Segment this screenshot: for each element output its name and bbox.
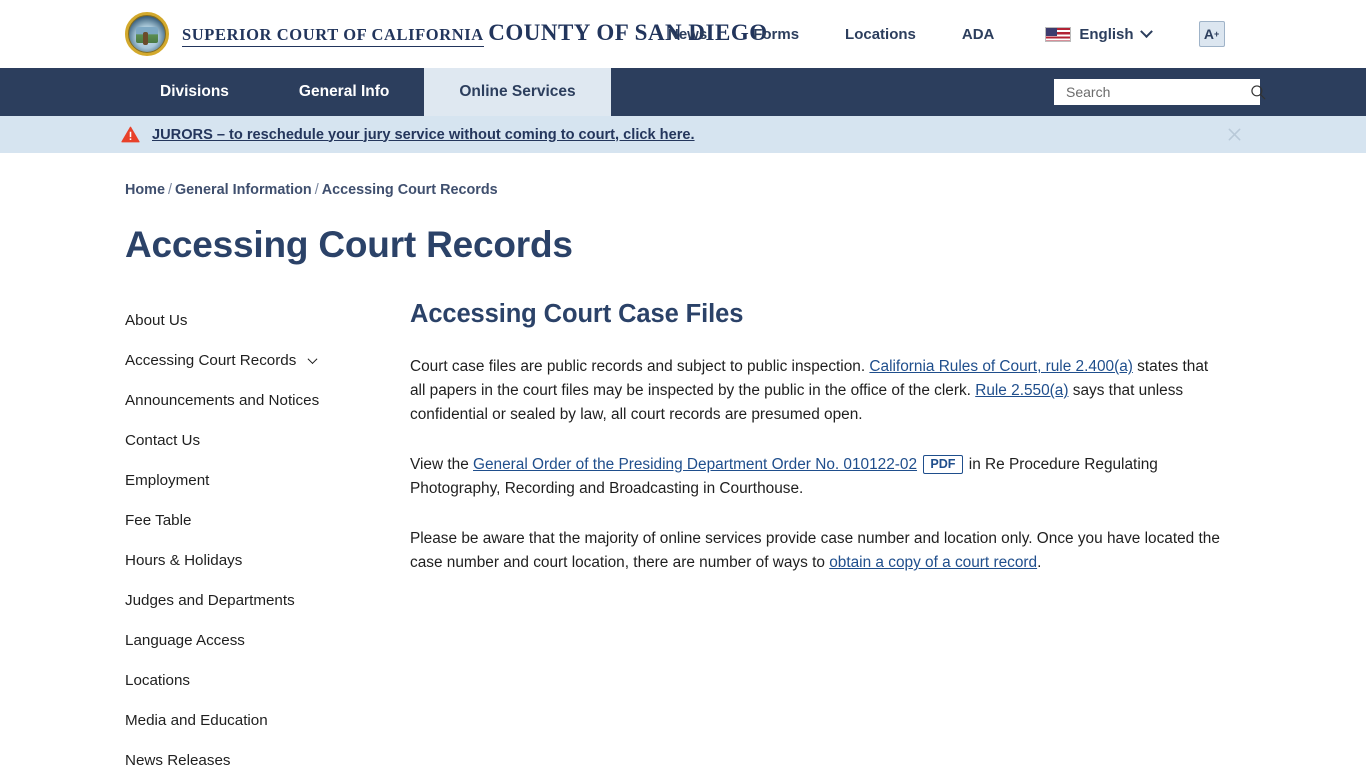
breadcrumb: Home / General Information / Accessing Court… (125, 182, 1366, 198)
alert-content: JURORS – to reschedule your jury service… (121, 126, 695, 143)
sidebar-item-label: Locations (125, 671, 191, 689)
sidebar-item-about-us[interactable]: About Us (125, 300, 410, 340)
page-title: Accessing Court Records (125, 224, 573, 265)
paragraph-general-order: View the General Order of the Presiding … (410, 453, 1225, 501)
chevron-down-icon (1139, 24, 1153, 38)
sidebar-item-label: Language Access (125, 631, 245, 649)
sidebar-item-label: Contact Us (125, 431, 201, 449)
content-heading: Accessing Court Case Files (410, 300, 744, 328)
site-header: SUPERIOR COURT OF CALIFORNIA COUNTY OF S… (0, 0, 1366, 68)
chevron-down-icon[interactable] (307, 353, 318, 364)
sidebar-item-announcements-and-notices[interactable]: Announcements and Notices (125, 380, 410, 420)
sidebar-item-label: Announcements and Notices (125, 391, 320, 409)
sidebar-item-judges-and-departments[interactable]: Judges and Departments (125, 580, 410, 620)
main-navigation-bar: Divisions General Info Online Services (0, 68, 1366, 116)
breadcrumb-general-information[interactable]: General Information (175, 182, 312, 198)
link-california-rules-2400a[interactable]: California Rules of Court, rule 2.400(a) (869, 358, 1132, 375)
sidebar-item-contact-us[interactable]: Contact Us (125, 420, 410, 460)
alert-link[interactable]: JURORS – to reschedule your jury service… (152, 127, 695, 143)
sidebar-item-label: News Releases (125, 751, 231, 768)
paragraph-online-services-notice: Please be aware that the majority of onl… (410, 527, 1225, 575)
nav-item-divisions[interactable]: Divisions (125, 68, 264, 116)
sidebar-item-fee-table[interactable]: Fee Table (125, 500, 410, 540)
sidebar-item-label: About Us (125, 311, 188, 329)
sidebar-item-label: Media and Education (125, 711, 268, 729)
p1-text-part1: Court case files are public records and … (410, 358, 870, 375)
util-link-forms[interactable]: Forms (730, 26, 822, 43)
sidebar-item-label: Employment (125, 471, 210, 489)
util-link-news[interactable]: News (645, 26, 730, 43)
search-input[interactable] (1064, 83, 1249, 101)
text-size-letter: A (1203, 26, 1214, 42)
sidebar-item-label: Judges and Departments (125, 591, 295, 609)
page-columns: About Us Accessing Court Records Announc… (0, 300, 1366, 768)
close-icon (1228, 128, 1240, 141)
pdf-badge[interactable]: PDF (923, 455, 963, 475)
sidebar-item-label: Fee Table (125, 511, 192, 529)
text-size-increase-button[interactable]: A + (1198, 21, 1225, 47)
link-obtain-copy-of-court-record[interactable]: obtain a copy of a court record (829, 554, 1037, 571)
util-link-ada[interactable]: ADA (939, 26, 1018, 43)
language-label: English (1079, 25, 1134, 43)
text-size-plus: + (1213, 28, 1220, 39)
breadcrumb-home[interactable]: Home (125, 182, 165, 198)
nav-item-online-services[interactable]: Online Services (424, 68, 611, 116)
sidebar-item-news-releases[interactable]: News Releases (125, 740, 410, 768)
link-rule-2550a[interactable]: Rule 2.550(a) (975, 382, 1068, 399)
link-general-order-010122-02[interactable]: General Order of the Presiding Departmen… (473, 456, 917, 473)
sidebar-item-hours-and-holidays[interactable]: Hours & Holidays (125, 540, 410, 580)
sidebar-item-accessing-court-records[interactable]: Accessing Court Records (125, 340, 410, 380)
nav-item-general-info[interactable]: General Info (264, 68, 424, 116)
p3-text-part1: Please be aware that the majority of onl… (410, 530, 1220, 571)
breadcrumb-separator-2: / (314, 182, 319, 198)
sidebar-item-locations[interactable]: Locations (125, 660, 410, 700)
search-box[interactable] (1054, 79, 1266, 105)
paragraph-public-records: Court case files are public records and … (410, 355, 1225, 427)
brand-line-superior-court: SUPERIOR COURT OF CALIFORNIA (182, 26, 484, 48)
us-flag-icon (1045, 26, 1072, 42)
main-nav-items: Divisions General Info Online Services (125, 68, 611, 116)
sidebar-navigation: About Us Accessing Court Records Announc… (125, 300, 410, 768)
main-content: Accessing Court Case Files Court case fi… (410, 300, 1366, 768)
alert-close-button[interactable] (1224, 125, 1244, 145)
sidebar-item-label: Accessing Court Records (125, 351, 297, 369)
p3-text-part2: . (1037, 554, 1042, 571)
search-icon[interactable] (1249, 83, 1267, 101)
sidebar-item-language-access[interactable]: Language Access (125, 620, 410, 660)
sidebar-item-media-and-education[interactable]: Media and Education (125, 700, 410, 740)
utility-navigation: News Forms Locations ADA English A + (645, 0, 1225, 68)
util-link-locations[interactable]: Locations (822, 26, 939, 43)
language-selector[interactable]: English (1017, 24, 1168, 43)
breadcrumb-current: Accessing Court Records (321, 182, 498, 198)
site-alert-banner: JURORS – to reschedule your jury service… (0, 116, 1366, 153)
sidebar-item-employment[interactable]: Employment (125, 460, 410, 500)
p2-text-part1: View the (410, 456, 474, 473)
sidebar-item-label: Hours & Holidays (125, 551, 243, 569)
california-state-seal-icon (125, 12, 169, 56)
warning-triangle-icon (121, 126, 140, 143)
breadcrumb-separator-1: / (167, 182, 172, 198)
